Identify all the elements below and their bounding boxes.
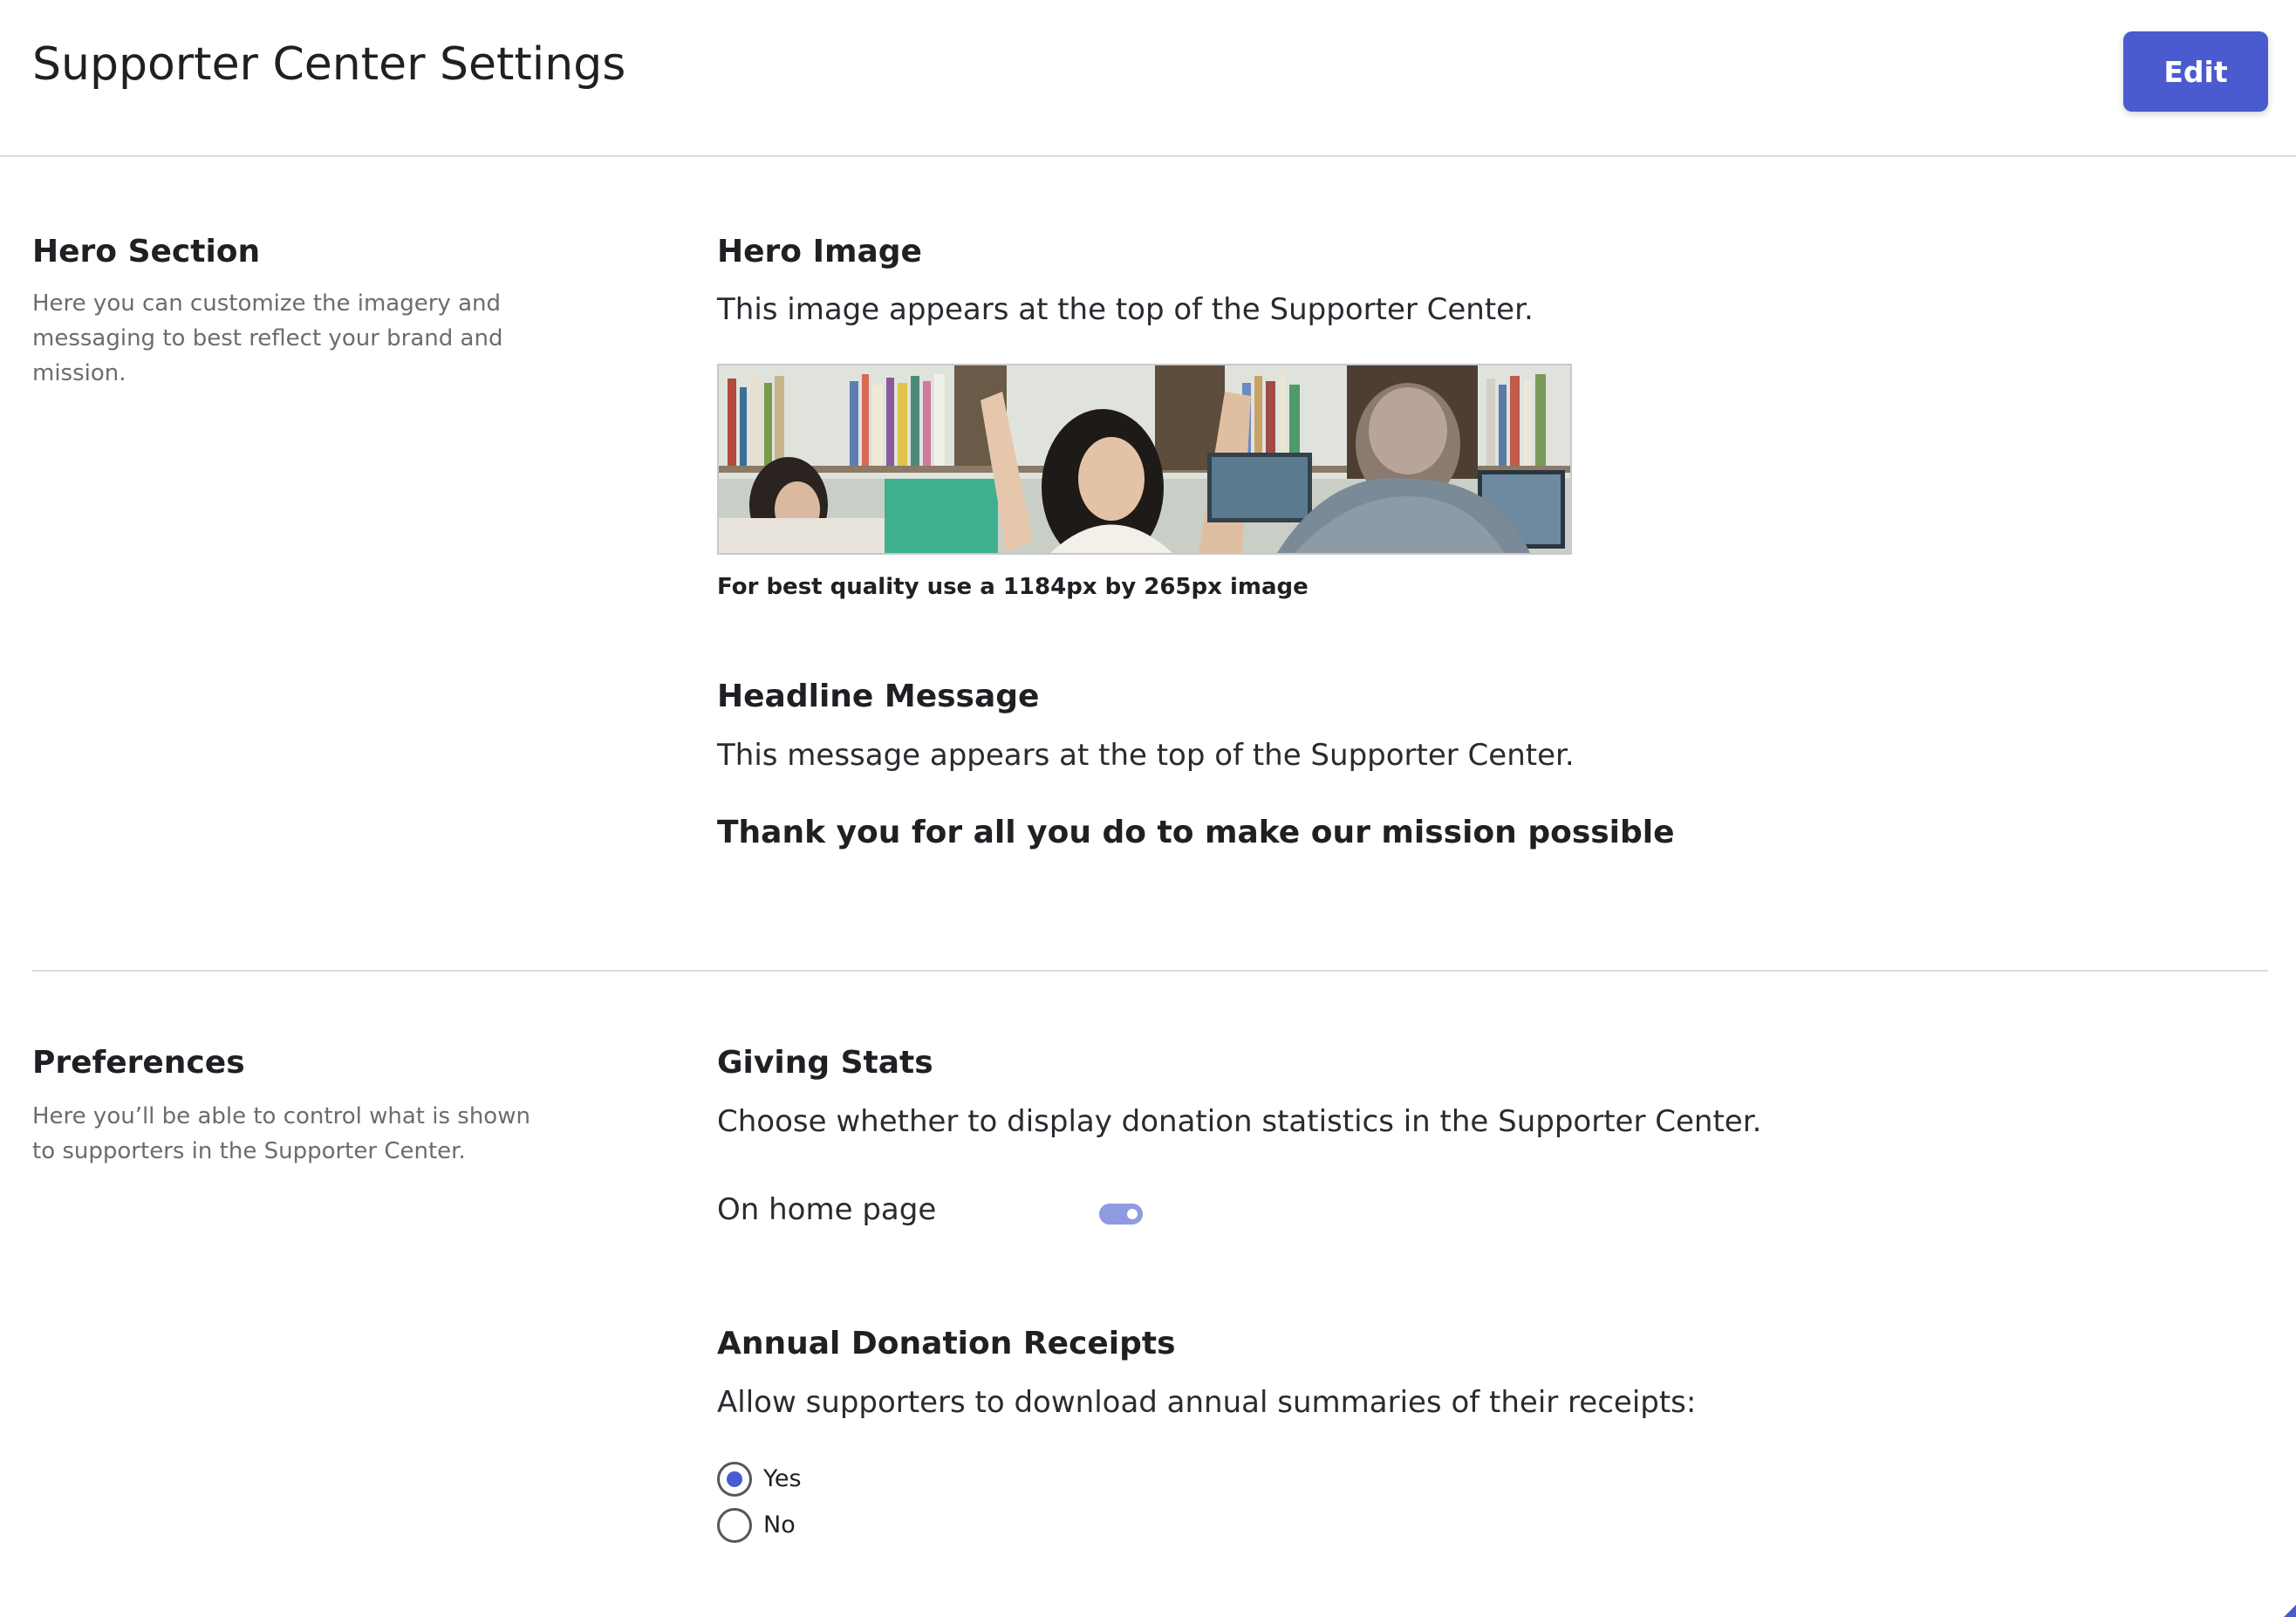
headline-message-value: Thank you for all you do to make our mis…: [717, 815, 1675, 850]
edit-button[interactable]: Edit: [2123, 31, 2268, 112]
on-home-page-label: On home page: [717, 1192, 937, 1227]
section-divider: [32, 970, 2268, 972]
hero-section-title: Hero Section: [32, 234, 261, 270]
corner-accent: [2284, 1605, 2296, 1617]
hero-image: [717, 364, 1572, 555]
annual-receipts-title: Annual Donation Receipts: [717, 1326, 1176, 1361]
hero-image-size-hint: For best quality use a 1184px by 265px i…: [717, 574, 1309, 600]
hero-image-description: This image appears at the top of the Sup…: [717, 292, 1534, 327]
headline-message-description: This message appears at the top of the S…: [717, 738, 1575, 773]
radio-button-no[interactable]: [717, 1508, 752, 1543]
page-title: Supporter Center Settings: [32, 38, 626, 91]
page-header: Supporter Center Settings Edit: [0, 0, 2296, 157]
toggle-knob: [1127, 1209, 1138, 1219]
giving-stats-description: Choose whether to display donation stati…: [717, 1104, 1762, 1139]
hero-section-description: Here you can customize the imagery and m…: [32, 290, 503, 386]
preferences-section-description: Here you’ll be able to control what is s…: [32, 1103, 530, 1164]
preferences-section-title: Preferences: [32, 1045, 245, 1081]
radio-label-no: No: [763, 1511, 796, 1539]
hero-image-illustration: [719, 365, 1570, 553]
on-home-page-toggle[interactable]: [1099, 1204, 1143, 1225]
headline-message-title: Headline Message: [717, 679, 1040, 714]
radio-label-yes: Yes: [763, 1465, 802, 1492]
hero-image-title: Hero Image: [717, 234, 922, 270]
radio-button-yes[interactable]: [717, 1462, 752, 1497]
annual-receipts-description: Allow supporters to download annual summ…: [717, 1385, 1697, 1420]
giving-stats-title: Giving Stats: [717, 1045, 933, 1081]
